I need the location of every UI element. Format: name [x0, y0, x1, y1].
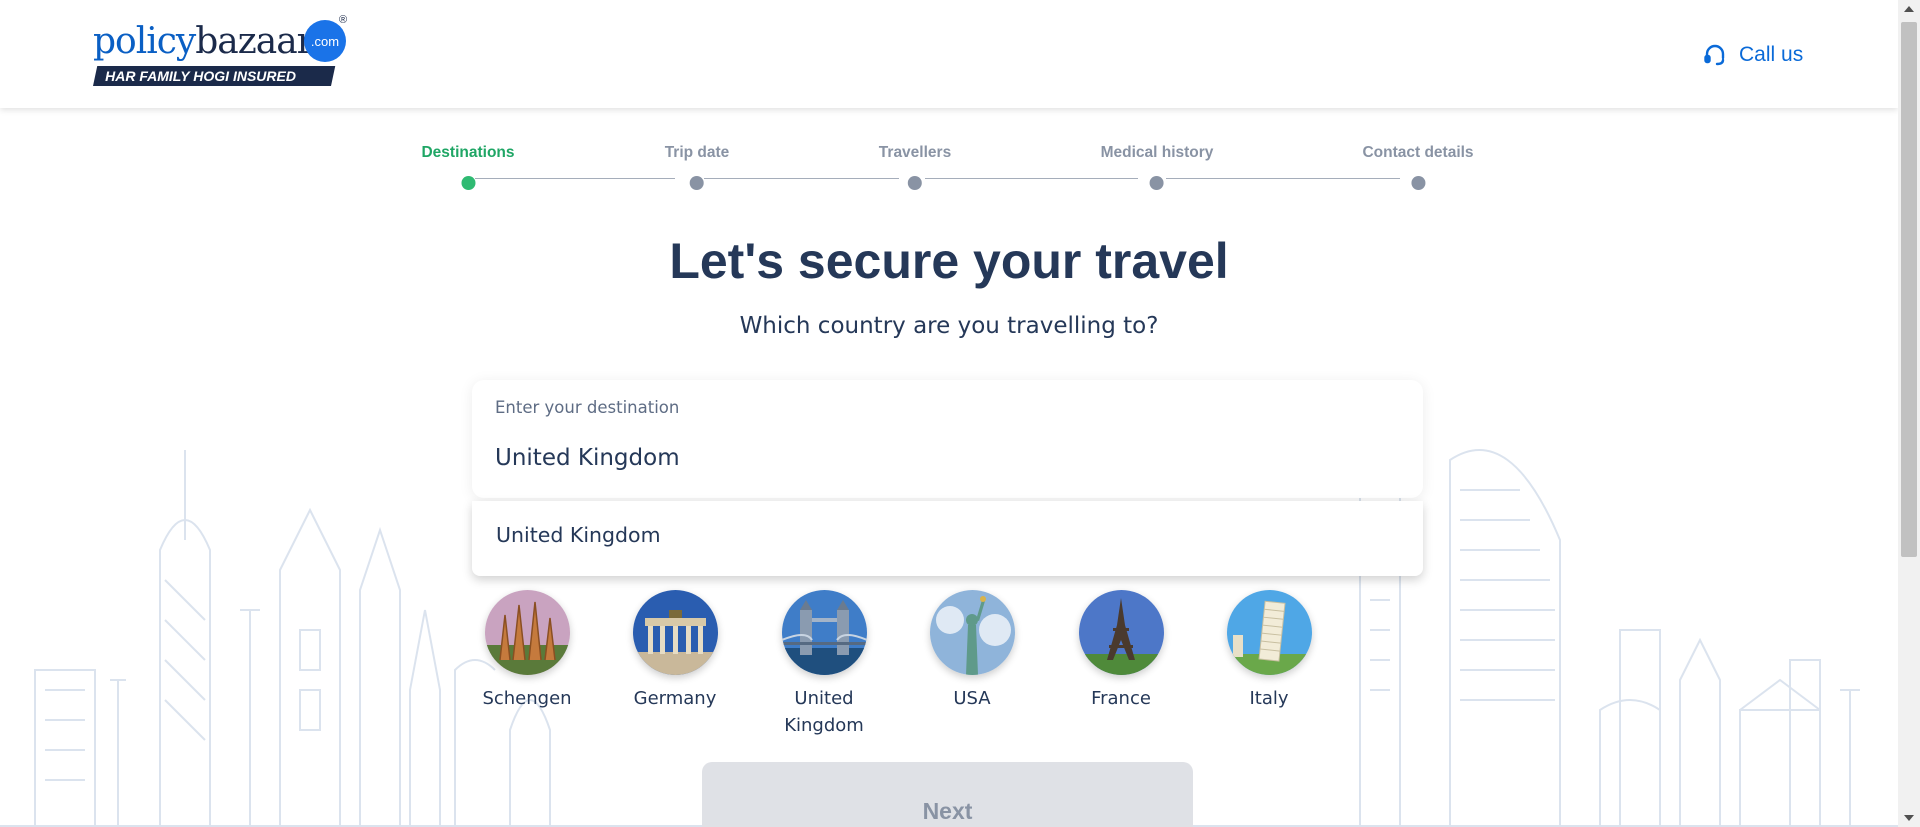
country-name: Germany [633, 688, 717, 709]
step-indicator-dot [1410, 176, 1425, 190]
country-name: Italy [1249, 688, 1289, 709]
country-option-france[interactable]: France [1056, 590, 1186, 712]
statue-of-liberty-icon [929, 590, 1015, 675]
policybazaar-logo[interactable]: policybazaar .com ® HAR FAMILY HOGI INSU… [93, 14, 353, 90]
suggestion-item[interactable]: United Kingdom [496, 523, 661, 547]
leaning-tower-icon [1226, 590, 1312, 675]
scroll-down-arrow-icon[interactable] [1898, 809, 1920, 827]
registered-mark: ® [339, 14, 348, 26]
step-indicator-dot [689, 176, 704, 190]
step-label: Trip date [664, 144, 730, 161]
destination-input[interactable] [495, 440, 1395, 476]
country-option-italy[interactable]: Italy [1204, 590, 1334, 712]
page-subtitle: Which country are you travelling to? [739, 313, 1159, 339]
eiffel-tower-icon [1078, 590, 1164, 675]
country-name: United Kingdom [784, 688, 864, 736]
tower-bridge-icon [781, 590, 867, 675]
next-button[interactable]: Next [702, 762, 1193, 827]
progress-stepper: Destinations Trip date Travellers Medica… [400, 144, 1500, 194]
destination-input-label: Enter your destination [495, 398, 680, 417]
step-label: Destinations [421, 144, 515, 161]
country-name: France [1091, 688, 1151, 709]
destination-suggestions-dropdown: United Kingdom [472, 501, 1423, 576]
country-option-united-kingdom[interactable]: United Kingdom [759, 590, 889, 739]
scroll-up-arrow-icon[interactable] [1898, 0, 1920, 18]
country-name: USA [953, 688, 991, 709]
destination-input-card[interactable]: Enter your destination [472, 380, 1423, 498]
step-contact-details: Contact details [1362, 144, 1474, 190]
sagrada-familia-icon [484, 590, 570, 675]
step-indicator-dot [1150, 176, 1164, 190]
country-option-schengen[interactable]: Schengen [462, 590, 592, 712]
step-medical-history: Medical history [1100, 144, 1214, 190]
scrollbar-thumb[interactable] [1901, 22, 1917, 557]
step-trip-date: Trip date [664, 144, 730, 190]
brandenburg-gate-icon [632, 590, 718, 675]
page-scrollbar[interactable] [1898, 0, 1920, 827]
logo-wordmark: policybazaar [93, 21, 314, 62]
logo-tagline: HAR FAMILY HOGI INSURED [93, 66, 336, 86]
step-destinations: Destinations [421, 144, 515, 190]
country-option-germany[interactable]: Germany [610, 590, 740, 712]
step-label: Travellers [878, 144, 952, 161]
call-us-button[interactable]: Call us [1703, 40, 1803, 70]
country-option-usa[interactable]: USA [907, 590, 1037, 712]
step-indicator-dot [460, 176, 475, 190]
page-title: Let's secure your travel [669, 233, 1229, 289]
headset-icon [1704, 44, 1725, 66]
country-name: Schengen [482, 688, 572, 709]
logo-dot-com: .com [304, 20, 346, 62]
call-us-label: Call us [1739, 43, 1804, 66]
step-indicator-dot [908, 176, 922, 190]
step-travellers: Travellers [879, 144, 951, 190]
step-label: Contact details [1362, 144, 1474, 161]
step-label: Medical history [1100, 144, 1214, 161]
site-header: policybazaar .com ® HAR FAMILY HOGI INSU… [0, 0, 1898, 108]
